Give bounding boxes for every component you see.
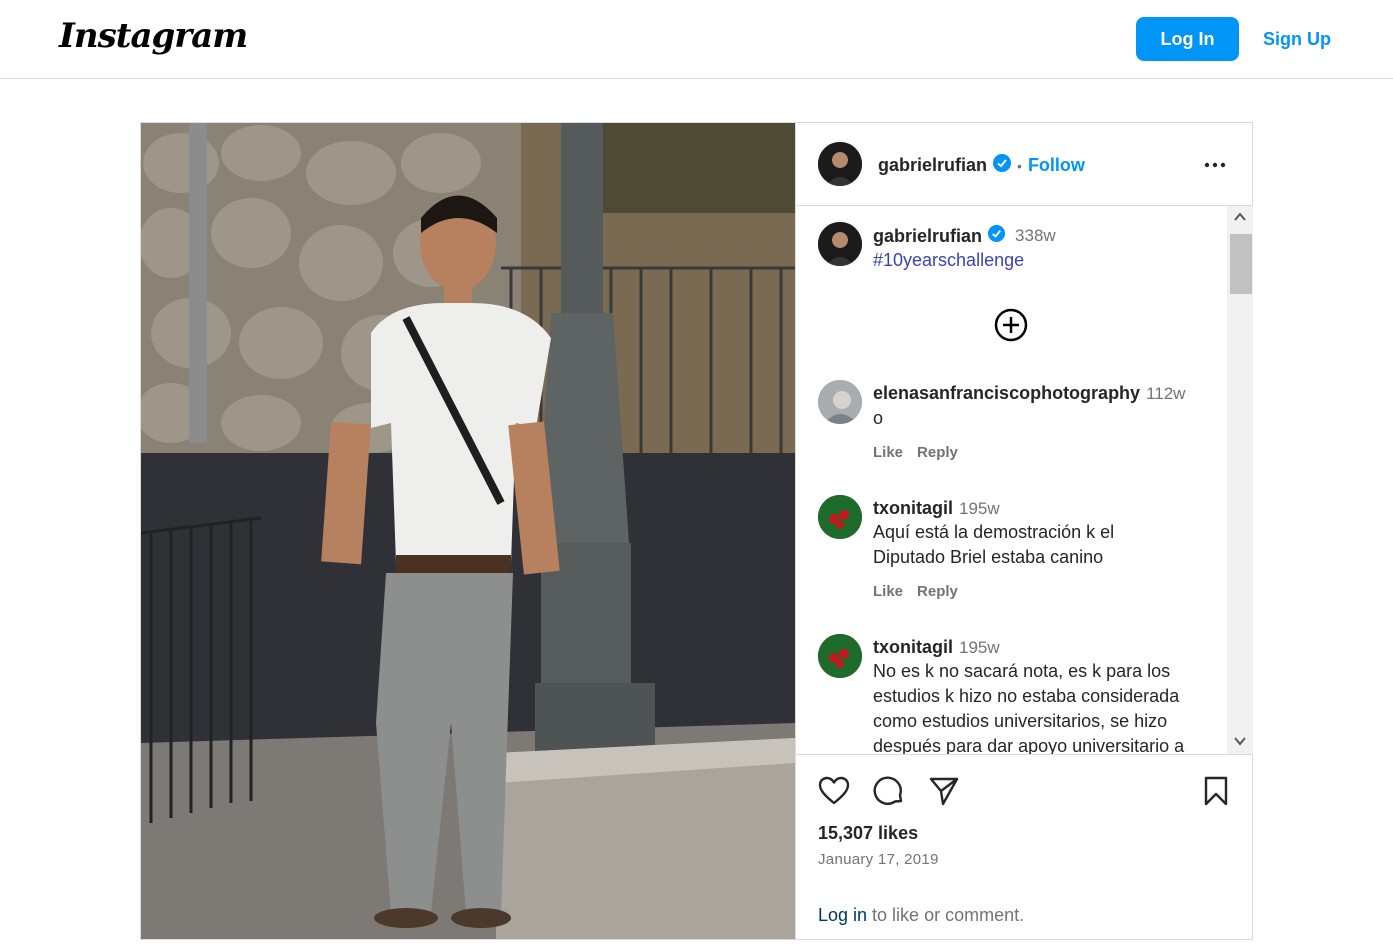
separator-dot: • (1017, 157, 1022, 174)
caption-header: gabrielrufian 338w (873, 225, 1056, 247)
caption-username[interactable]: gabrielrufian (873, 226, 982, 247)
scroll-up-icon[interactable] (1231, 210, 1249, 228)
comment-text: No es k no sacará nota, es k para los es… (873, 659, 1184, 754)
comments-list[interactable]: gabrielrufian 338w #10yearschallenge ele… (796, 206, 1253, 754)
comment-text-line: como estudios universitarios, se hizo (873, 711, 1168, 731)
comment-username[interactable]: elenasanfranciscophotography (873, 383, 1140, 403)
caption-hashtag[interactable]: #10yearschallenge (873, 250, 1024, 271)
instagram-logo[interactable]: Instagram (59, 16, 248, 56)
comment-time[interactable]: 195w (959, 638, 1000, 657)
comment-header: txonitagil 195w (873, 498, 1000, 519)
comment-avatar[interactable] (818, 634, 862, 678)
post-date[interactable]: January 17, 2019 (818, 851, 939, 868)
comment-text-line: Diputado Briel estaba canino (873, 547, 1104, 567)
post-photo[interactable] (141, 123, 795, 939)
comments-scrollbar[interactable] (1227, 206, 1253, 754)
comment-time[interactable]: 112w (1146, 384, 1185, 403)
signup-link[interactable]: Sign Up (1263, 29, 1331, 50)
comment-reply-button[interactable]: Reply (917, 583, 958, 600)
comment-like-button[interactable]: Like (873, 444, 903, 461)
comment-username[interactable]: txonitagil (873, 498, 953, 518)
comment-like-button[interactable]: Like (873, 583, 903, 600)
more-options-icon[interactable] (1203, 153, 1227, 182)
caption-time[interactable]: 338w (1015, 226, 1056, 246)
likes-count[interactable]: 15,307 likes (818, 823, 918, 844)
follow-button[interactable]: Follow (1028, 155, 1085, 176)
post-actions-section: 15,307 likes January 17, 2019 Log in to … (796, 754, 1253, 939)
post-header: gabrielrufian • Follow (796, 123, 1253, 206)
author-avatar[interactable] (818, 142, 862, 186)
comment-actions: Like Reply (873, 444, 972, 461)
author-username[interactable]: gabrielrufian (878, 155, 987, 176)
comment-text-line: estudios k hizo no estaba considerada (873, 686, 1180, 706)
comment-avatar[interactable] (818, 495, 862, 539)
like-heart-icon[interactable] (818, 775, 850, 812)
comment-username[interactable]: txonitagil (873, 637, 953, 657)
comment-reply-button[interactable]: Reply (917, 444, 958, 461)
comment-avatar[interactable] (818, 380, 862, 424)
scroll-thumb[interactable] (1230, 234, 1252, 294)
login-prompt: Log in to like or comment. (818, 905, 1024, 926)
login-to-comment-link[interactable]: Log in (818, 905, 867, 925)
comment-header: elenasanfranciscophotography 112w (873, 383, 1185, 404)
comment-text-line: No es k no sacará nota, es k para los (873, 661, 1171, 681)
caption-avatar[interactable] (818, 222, 862, 266)
comment-text: o (873, 408, 884, 428)
comment-text-line: Aquí está la demostración k el (873, 522, 1115, 542)
comment-time[interactable]: 195w (959, 499, 1000, 518)
comment-text: Aquí está la demostración k el Diputado … (873, 520, 1114, 570)
comment-icon[interactable] (873, 775, 905, 812)
save-bookmark-icon[interactable] (1200, 775, 1232, 812)
share-icon[interactable] (928, 775, 960, 812)
post-card: gabrielrufian • Follow gabrielrufian 338… (140, 122, 1253, 940)
post-sidebar: gabrielrufian • Follow gabrielrufian 338… (795, 123, 1253, 939)
verified-badge-icon (993, 154, 1012, 177)
caption-verified-icon (988, 225, 1006, 247)
login-button[interactable]: Log In (1136, 17, 1239, 61)
comment-actions: Like Reply (873, 583, 972, 600)
comment-header: txonitagil 195w (873, 637, 1000, 658)
comment-text-line: después para dar apoyo universitario a (873, 736, 1185, 754)
load-more-comments-icon[interactable] (994, 308, 1028, 347)
scroll-down-icon[interactable] (1231, 734, 1249, 752)
login-prompt-text: to like or comment. (867, 905, 1025, 925)
top-nav-bar: Instagram Log In Sign Up (0, 0, 1393, 79)
